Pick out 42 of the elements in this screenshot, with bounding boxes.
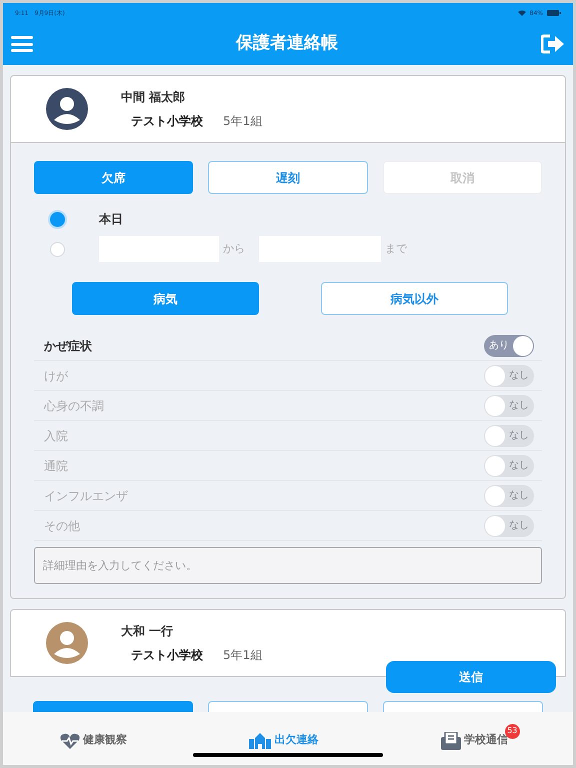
window-title: 保護者連絡帳 (236, 32, 338, 56)
toggle-switch[interactable]: なし (484, 514, 534, 536)
radio-button[interactable] (50, 242, 65, 256)
tab[interactable]: 出欠連絡 (245, 724, 330, 753)
detail-field[interactable]: 詳細理由を入力してください。 (34, 547, 542, 584)
school-name: テスト小学校 (131, 113, 203, 130)
toggle-switch[interactable]: なし (484, 364, 534, 386)
reason-button[interactable]: 病気以外 (321, 282, 508, 315)
tab[interactable]: 健康観察 (56, 724, 140, 753)
until-label: まで (385, 240, 407, 257)
school-name: テスト小学校 (131, 647, 203, 664)
class-name: 5年1組 (223, 647, 262, 664)
symptom-label: その他 (44, 518, 80, 534)
symptom-label: 入院 (44, 428, 68, 444)
toggle-switch[interactable]: なし (484, 424, 534, 446)
toggle-switch[interactable]: なし (484, 454, 534, 476)
symptom-label: インフルエンザ (44, 488, 128, 504)
from-label: から (223, 240, 245, 257)
type-button[interactable]: 遅刻 (208, 161, 368, 194)
symptom-label: かぜ症状 (44, 338, 92, 354)
symptom-label: けが (44, 368, 68, 384)
student-name: 中間 福太郎 (121, 89, 186, 106)
symptom-label: 通院 (44, 458, 68, 474)
toggle-switch[interactable]: なし (484, 394, 534, 416)
logout-icon[interactable] (541, 34, 565, 54)
class-name: 5年1組 (223, 113, 262, 130)
battery-icon (547, 10, 561, 16)
student-name: 大和 一行 (121, 623, 174, 640)
symptom-label: 心身の不調 (44, 398, 104, 414)
school-icon (249, 732, 272, 748)
radio-button[interactable] (50, 212, 65, 226)
toggle-switch[interactable]: なし (484, 484, 534, 506)
menu-button[interactable] (11, 34, 33, 54)
today-label: 本日 (99, 211, 123, 228)
type-button[interactable]: 欠席 (34, 161, 194, 194)
reason-button[interactable]: 病気 (72, 282, 259, 315)
heart-icon (60, 732, 80, 748)
mail-icon (440, 732, 461, 750)
wifi-icon (518, 10, 526, 16)
send-button[interactable]: 送信 (386, 661, 556, 693)
toggle-switch[interactable]: あり (484, 334, 534, 356)
tab[interactable]: 学校通信 53 (436, 724, 520, 754)
